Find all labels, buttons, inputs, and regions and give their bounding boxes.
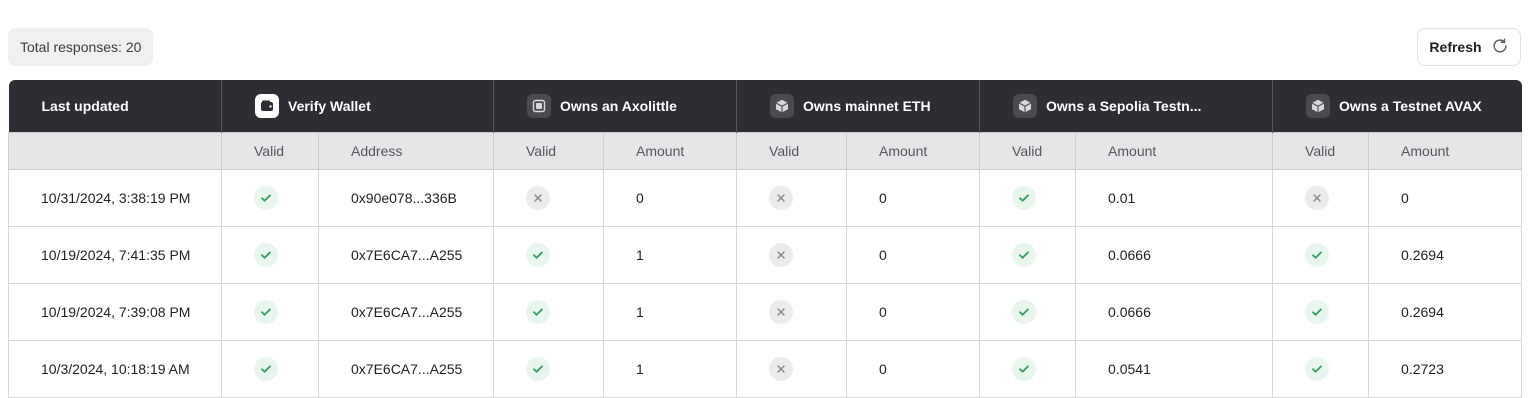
cell-wallet-valid — [221, 168, 319, 227]
cell-eth-amount: 0 — [846, 282, 981, 341]
cell-address: 0x7E6CA7...A255 — [318, 225, 494, 284]
cell-sepolia-amount: 0.0666 — [1075, 282, 1274, 341]
sub-header-row: Valid Address Valid Amount Valid Amount … — [8, 131, 1523, 170]
responses-table: Last updated Verify Wallet Owns an Axoli… — [8, 80, 1523, 398]
cell-sepolia-valid — [979, 339, 1077, 398]
cell-sepolia-valid — [979, 225, 1077, 284]
subheader-amount[interactable]: Amount — [1075, 131, 1274, 170]
cell-avax-amount: 0 — [1368, 168, 1523, 227]
cell-eth-valid — [736, 168, 848, 227]
check-icon — [254, 242, 278, 267]
check-icon — [526, 356, 550, 381]
check-icon — [254, 356, 278, 381]
refresh-label: Refresh — [1429, 39, 1482, 55]
refresh-icon — [1491, 37, 1509, 58]
cell-axolittle-valid — [493, 282, 604, 341]
cell-avax-amount: 0.2723 — [1368, 339, 1523, 398]
total-responses-badge: Total responses: 20 — [8, 28, 154, 66]
subheader-valid[interactable]: Valid — [221, 131, 319, 170]
cell-eth-valid — [736, 339, 848, 398]
header-verify-wallet[interactable]: Verify Wallet — [221, 80, 494, 132]
cell-eth-amount: 0 — [846, 339, 981, 398]
cell-axolittle-amount: 0 — [602, 168, 738, 227]
cell-avax-valid — [1272, 168, 1370, 227]
cell-sepolia-valid — [979, 282, 1077, 341]
cell-address: 0x90e078...336B — [318, 168, 494, 227]
x-icon — [769, 356, 794, 381]
cell-axolittle-amount: 1 — [602, 282, 738, 341]
cell-wallet-valid — [221, 225, 319, 284]
cube-icon — [770, 93, 795, 118]
header-owns-axolittle[interactable]: Owns an Axolittle — [492, 80, 737, 132]
cell-avax-valid — [1272, 225, 1370, 284]
table-row[interactable]: 10/19/2024, 7:41:35 PM 0x7E6CA7...A255 1… — [8, 225, 1523, 284]
subheader-amount[interactable]: Amount — [1368, 131, 1523, 170]
cell-sepolia-amount: 0.01 — [1075, 168, 1274, 227]
check-icon — [254, 185, 278, 210]
cell-eth-amount: 0 — [846, 225, 981, 284]
subheader-valid[interactable]: Valid — [493, 131, 604, 170]
cell-axolittle-valid — [493, 339, 604, 398]
subheader-valid[interactable]: Valid — [736, 131, 848, 170]
nft-icon — [527, 93, 551, 118]
cube-icon — [1013, 93, 1038, 118]
cell-sepolia-amount: 0.0666 — [1075, 225, 1274, 284]
refresh-button[interactable]: Refresh — [1417, 28, 1521, 66]
header-owns-mainnet-eth[interactable]: Owns mainnet ETH — [736, 80, 980, 132]
cell-axolittle-valid — [493, 225, 604, 284]
header-owns-sepolia-testnet[interactable]: Owns a Sepolia Testn... — [979, 80, 1273, 132]
cell-wallet-valid — [221, 282, 319, 341]
table-row[interactable]: 10/31/2024, 3:38:19 PM 0x90e078...336B 0… — [8, 168, 1523, 227]
cell-axolittle-amount: 1 — [602, 339, 738, 398]
x-icon — [769, 185, 794, 210]
check-icon — [1012, 356, 1037, 381]
check-icon — [526, 242, 550, 267]
x-icon — [526, 185, 550, 210]
cell-eth-valid — [736, 225, 848, 284]
x-icon — [769, 242, 794, 267]
cell-avax-valid — [1272, 339, 1370, 398]
check-icon — [1012, 242, 1037, 267]
subheader-valid[interactable]: Valid — [1272, 131, 1370, 170]
cell-sepolia-amount: 0.0541 — [1075, 339, 1274, 398]
x-icon — [1305, 185, 1330, 210]
cell-wallet-valid — [221, 339, 319, 398]
check-icon — [254, 299, 278, 324]
cube-icon — [1306, 93, 1331, 118]
check-icon — [1305, 356, 1330, 381]
header-last-updated[interactable]: Last updated — [8, 80, 222, 132]
cell-address: 0x7E6CA7...A255 — [318, 282, 494, 341]
subheader-amount[interactable]: Amount — [846, 131, 981, 170]
check-icon — [1305, 242, 1330, 267]
group-header-row: Last updated Verify Wallet Owns an Axoli… — [8, 80, 1522, 132]
check-icon — [1012, 185, 1037, 210]
table-row[interactable]: 10/19/2024, 7:39:08 PM 0x7E6CA7...A255 1… — [8, 282, 1523, 341]
cell-last-updated: 10/19/2024, 7:39:08 PM — [8, 282, 222, 341]
wallet-icon — [255, 93, 279, 118]
x-icon — [769, 299, 794, 324]
check-icon — [526, 299, 550, 324]
cell-last-updated: 10/3/2024, 10:18:19 AM — [8, 339, 222, 398]
cell-last-updated: 10/31/2024, 3:38:19 PM — [8, 168, 222, 227]
cell-last-updated: 10/19/2024, 7:41:35 PM — [8, 225, 222, 284]
cell-avax-amount: 0.2694 — [1368, 282, 1523, 341]
toolbar: Total responses: 20 Refresh — [0, 0, 1537, 81]
cell-avax-amount: 0.2694 — [1368, 225, 1523, 284]
check-icon — [1305, 299, 1330, 324]
cell-axolittle-amount: 1 — [602, 225, 738, 284]
check-icon — [1012, 299, 1037, 324]
cell-address: 0x7E6CA7...A255 — [318, 339, 494, 398]
header-owns-testnet-avax[interactable]: Owns a Testnet AVAX — [1272, 80, 1522, 132]
subheader-blank — [8, 131, 222, 170]
cell-avax-valid — [1272, 282, 1370, 341]
cell-sepolia-valid — [979, 168, 1077, 227]
subheader-valid[interactable]: Valid — [979, 131, 1077, 170]
cell-eth-amount: 0 — [846, 168, 981, 227]
table-row[interactable]: 10/3/2024, 10:18:19 AM 0x7E6CA7...A255 1… — [8, 339, 1523, 398]
subheader-address[interactable]: Address — [318, 131, 494, 170]
cell-axolittle-valid — [493, 168, 604, 227]
subheader-amount[interactable]: Amount — [602, 131, 738, 170]
cell-eth-valid — [736, 282, 848, 341]
